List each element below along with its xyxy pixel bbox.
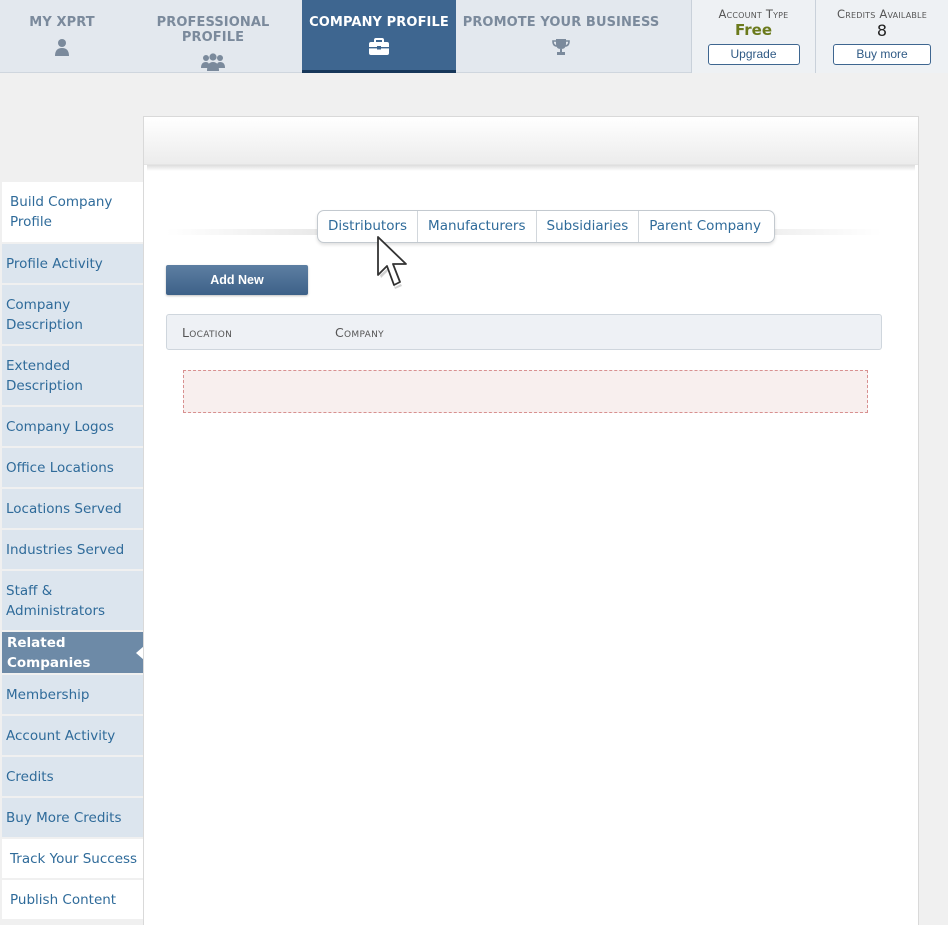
user-icon xyxy=(55,39,69,56)
sidebar-item-locations-served[interactable]: Locations Served xyxy=(2,489,143,530)
buy-more-button[interactable]: Buy more xyxy=(833,44,931,65)
mouse-pointer-icon xyxy=(377,236,407,289)
sidebar-item-label: Track Your Success xyxy=(10,850,138,867)
tab-subsidiaries[interactable]: Subsidiaries xyxy=(537,211,640,242)
table-header: Location Company xyxy=(166,314,882,350)
sidebar-item-label: Membership xyxy=(6,686,90,703)
sidebar-item-office-locations[interactable]: Office Locations xyxy=(2,448,143,489)
tab-promote-label: PROMOTE YOUR BUSINESS xyxy=(462,15,660,30)
sidebar-item-account-activity[interactable]: Account Activity xyxy=(2,716,143,757)
sidebar: Build Company Profile Profile Activity C… xyxy=(2,182,144,921)
sidebar-item-publish-content[interactable]: Publish Content xyxy=(2,880,143,921)
sidebar-item-label: Account Activity xyxy=(6,727,116,744)
sidebar-item-industries-served[interactable]: Industries Served xyxy=(2,530,143,571)
sidebar-item-track-your-success[interactable]: Track Your Success xyxy=(2,839,143,880)
sidebar-item-label: Profile Activity xyxy=(6,255,103,272)
sidebar-item-build-company-profile[interactable]: Build Company Profile xyxy=(2,182,143,244)
sidebar-item-label: Company Logos xyxy=(6,418,114,435)
sidebar-item-credits[interactable]: Credits xyxy=(2,757,143,798)
top-navigation: MY XPRT PROFESSIONAL PROFILE COMPANY PRO… xyxy=(0,0,948,73)
main-panel: Distributors Manufacturers Subsidiaries … xyxy=(143,116,919,925)
sidebar-item-extended-description[interactable]: Extended Description xyxy=(2,346,143,407)
trophy-icon xyxy=(552,39,570,55)
panel-header xyxy=(144,117,918,165)
credits-caption: Credits Available xyxy=(837,7,927,21)
tab-company-profile-label: COMPANY PROFILE xyxy=(309,15,449,30)
sidebar-item-label: Company Description xyxy=(6,296,83,333)
tab-my-xprt[interactable]: MY XPRT xyxy=(0,0,124,73)
column-header-location: Location xyxy=(182,325,233,340)
account-type-caption: Account Type xyxy=(718,7,789,21)
sidebar-item-label: Related Companies xyxy=(7,634,91,671)
account-type-value: Free xyxy=(734,21,773,39)
credits-available-box: Credits Available 8 Buy more xyxy=(815,0,948,73)
sidebar-item-label: Industries Served xyxy=(6,541,125,558)
sidebar-item-label: Buy More Credits xyxy=(6,809,122,826)
sidebar-item-label: Staff & Administrators xyxy=(6,582,106,619)
account-type-box: Account Type Free Upgrade xyxy=(691,0,815,73)
tab-professional-profile-label: PROFESSIONAL PROFILE xyxy=(156,15,270,45)
sidebar-item-company-description[interactable]: Company Description xyxy=(2,285,143,346)
tab-promote-your-business[interactable]: PROMOTE YOUR BUSINESS xyxy=(456,0,666,73)
tab-professional-profile[interactable]: PROFESSIONAL PROFILE xyxy=(124,0,302,73)
credits-value: 8 xyxy=(876,21,888,40)
sidebar-item-label: Office Locations xyxy=(6,459,114,476)
users-icon xyxy=(201,53,225,71)
sidebar-item-buy-more-credits[interactable]: Buy More Credits xyxy=(2,798,143,839)
sidebar-item-label: Publish Content xyxy=(10,891,117,908)
sidebar-item-label: Locations Served xyxy=(6,500,122,517)
sidebar-item-profile-activity[interactable]: Profile Activity xyxy=(2,244,143,285)
sidebar-item-company-logos[interactable]: Company Logos xyxy=(2,407,143,448)
add-new-button[interactable]: Add New xyxy=(166,265,308,295)
sidebar-item-label: Extended Description xyxy=(6,357,83,394)
tab-company-profile[interactable]: COMPANY PROFILE xyxy=(302,0,456,73)
briefcase-icon xyxy=(369,38,389,55)
sidebar-item-membership[interactable]: Membership xyxy=(2,675,143,716)
empty-list-placeholder xyxy=(183,370,868,413)
tab-manufacturers[interactable]: Manufacturers xyxy=(418,211,537,242)
sidebar-item-staff-administrators[interactable]: Staff & Administrators xyxy=(2,571,143,632)
panel-header-shadow xyxy=(147,165,915,171)
sidebar-item-label: Build Company Profile xyxy=(10,194,113,230)
upgrade-button[interactable]: Upgrade xyxy=(707,44,800,65)
column-header-company: Company xyxy=(335,325,384,340)
tab-my-xprt-label: MY XPRT xyxy=(29,15,95,30)
tab-parent-company[interactable]: Parent Company xyxy=(639,211,774,242)
sidebar-item-label: Credits xyxy=(6,768,54,785)
sidebar-item-related-companies[interactable]: Related Companies xyxy=(2,632,144,675)
